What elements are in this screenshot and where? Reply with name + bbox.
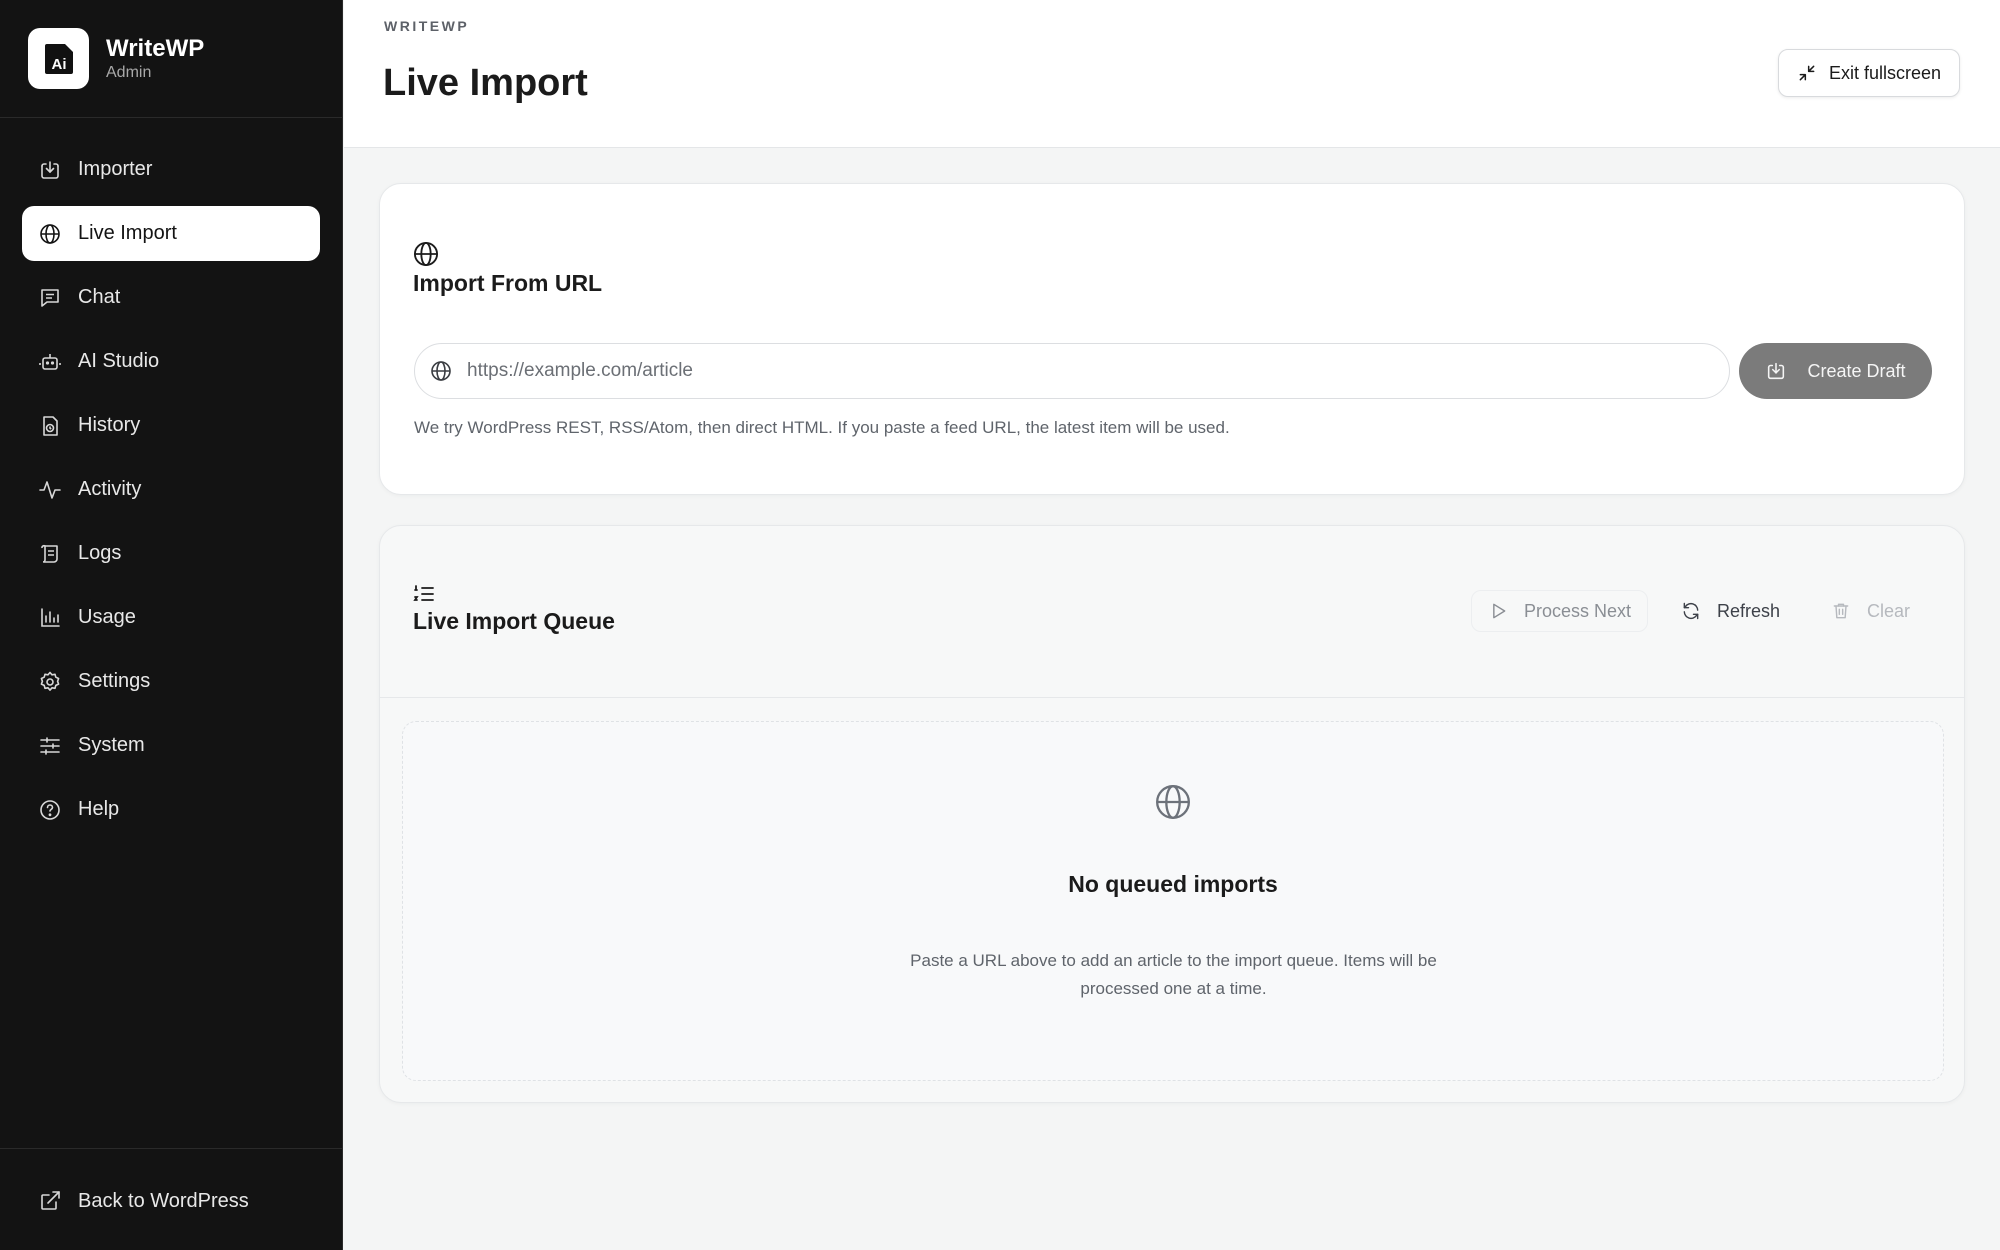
sidebar-item-history[interactable]: History	[22, 398, 320, 453]
sidebar-item-importer[interactable]: Importer	[22, 142, 320, 197]
create-draft-label: Create Draft	[1807, 360, 1906, 381]
external-link-icon	[41, 1191, 60, 1210]
bar-chart-icon	[41, 607, 60, 627]
trash-icon	[1833, 603, 1849, 619]
import-from-url-title: Import From URL	[413, 270, 603, 296]
sidebar-item-usage[interactable]: Usage	[22, 590, 320, 645]
brand-name: WriteWP	[106, 34, 205, 62]
back-to-wordpress-link[interactable]: Back to WordPress	[38, 1189, 249, 1213]
sidebar-item-label: AI Studio	[78, 350, 160, 372]
sidebar-item-label: Logs	[78, 542, 122, 564]
brand-logo: Ai	[28, 28, 89, 89]
sidebar-item-label: Importer	[78, 158, 153, 180]
exit-fullscreen-label: Exit fullscreen	[1828, 62, 1941, 83]
bot-icon	[39, 353, 61, 370]
sidebar-item-ai-studio[interactable]: AI Studio	[22, 334, 320, 389]
download-icon	[1768, 362, 1785, 380]
sidebar-item-label: System	[78, 734, 145, 756]
back-to-wordpress-label: Back to WordPress	[78, 1189, 249, 1212]
activity-icon	[39, 480, 61, 499]
sidebar-item-label: Usage	[78, 606, 136, 628]
breadcrumb: WRITEWP	[384, 18, 470, 34]
page-header: WRITEWP Live Import Exit fullscreen	[344, 0, 2000, 148]
sidebar-nav: Importer Live Import Chat AI Studio Hist…	[22, 142, 320, 846]
queue-header: Live Import Queue Process Next Refresh C…	[380, 526, 1964, 698]
sidebar-item-help[interactable]: Help	[22, 782, 320, 837]
create-draft-button[interactable]: Create Draft	[1739, 343, 1932, 399]
sidebar-item-live-import[interactable]: Live Import	[22, 206, 320, 261]
live-import-queue-card: Live Import Queue Process Next Refresh C…	[379, 525, 1965, 1103]
refresh-icon	[1683, 602, 1699, 620]
gear-icon	[40, 671, 60, 691]
help-icon	[40, 799, 60, 820]
brand: Ai WriteWP Admin	[0, 0, 342, 118]
sidebar-item-activity[interactable]: Activity	[22, 462, 320, 517]
chat-icon	[41, 288, 59, 307]
globe-icon	[431, 361, 451, 381]
page-title: Live Import	[383, 62, 588, 104]
import-icon	[41, 160, 59, 179]
sidebar-item-settings[interactable]: Settings	[22, 654, 320, 709]
sidebar-footer: Back to WordPress	[0, 1148, 342, 1250]
sidebar-item-label: Help	[78, 798, 120, 820]
refresh-label: Refresh	[1717, 600, 1781, 621]
empty-state-title: No queued imports	[1068, 871, 1278, 897]
brand-subtitle: Admin	[106, 63, 152, 81]
sidebar-item-label: Settings	[78, 670, 151, 692]
import-from-url-card: Import From URL Create Draft We try Word…	[379, 183, 1965, 495]
queue-title: Live Import Queue	[413, 608, 615, 634]
play-icon	[1493, 603, 1506, 619]
globe-icon	[40, 223, 60, 244]
queue-empty-state: No queued imports Paste a URL above to a…	[402, 721, 1944, 1081]
process-next-button[interactable]: Process Next	[1471, 590, 1649, 632]
history-icon	[43, 415, 58, 436]
url-input[interactable]	[467, 360, 1667, 382]
exit-fullscreen-button[interactable]: Exit fullscreen	[1777, 49, 1960, 97]
url-input-wrapper	[414, 343, 1730, 399]
sidebar-item-label: Live Import	[78, 222, 177, 244]
sidebar-item-label: Activity	[78, 478, 142, 500]
sidebar-item-chat[interactable]: Chat	[22, 270, 320, 325]
minimize-icon	[1799, 65, 1815, 81]
sidebar-item-label: Chat	[78, 286, 121, 308]
process-next-label: Process Next	[1524, 600, 1632, 621]
clear-label: Clear	[1867, 600, 1911, 621]
clear-button[interactable]: Clear	[1831, 590, 1910, 632]
sidebar: Ai WriteWP Admin Importer Live Import Ch…	[0, 0, 343, 1250]
sliders-icon	[40, 736, 60, 755]
logo-icon: Ai	[44, 43, 73, 74]
sidebar-item-system[interactable]: System	[22, 718, 320, 773]
globe-icon	[413, 241, 439, 267]
import-hint-text: We try WordPress REST, RSS/Atom, then di…	[414, 418, 1230, 437]
refresh-button[interactable]: Refresh	[1681, 590, 1780, 632]
svg-text:Ai: Ai	[51, 56, 66, 73]
globe-icon	[1156, 785, 1190, 819]
sidebar-item-logs[interactable]: Logs	[22, 526, 320, 581]
sidebar-item-label: History	[78, 414, 141, 436]
empty-state-text: Paste a URL above to add an article to t…	[910, 951, 1437, 998]
scroll-icon	[41, 544, 58, 563]
list-ordered-icon	[413, 585, 434, 601]
